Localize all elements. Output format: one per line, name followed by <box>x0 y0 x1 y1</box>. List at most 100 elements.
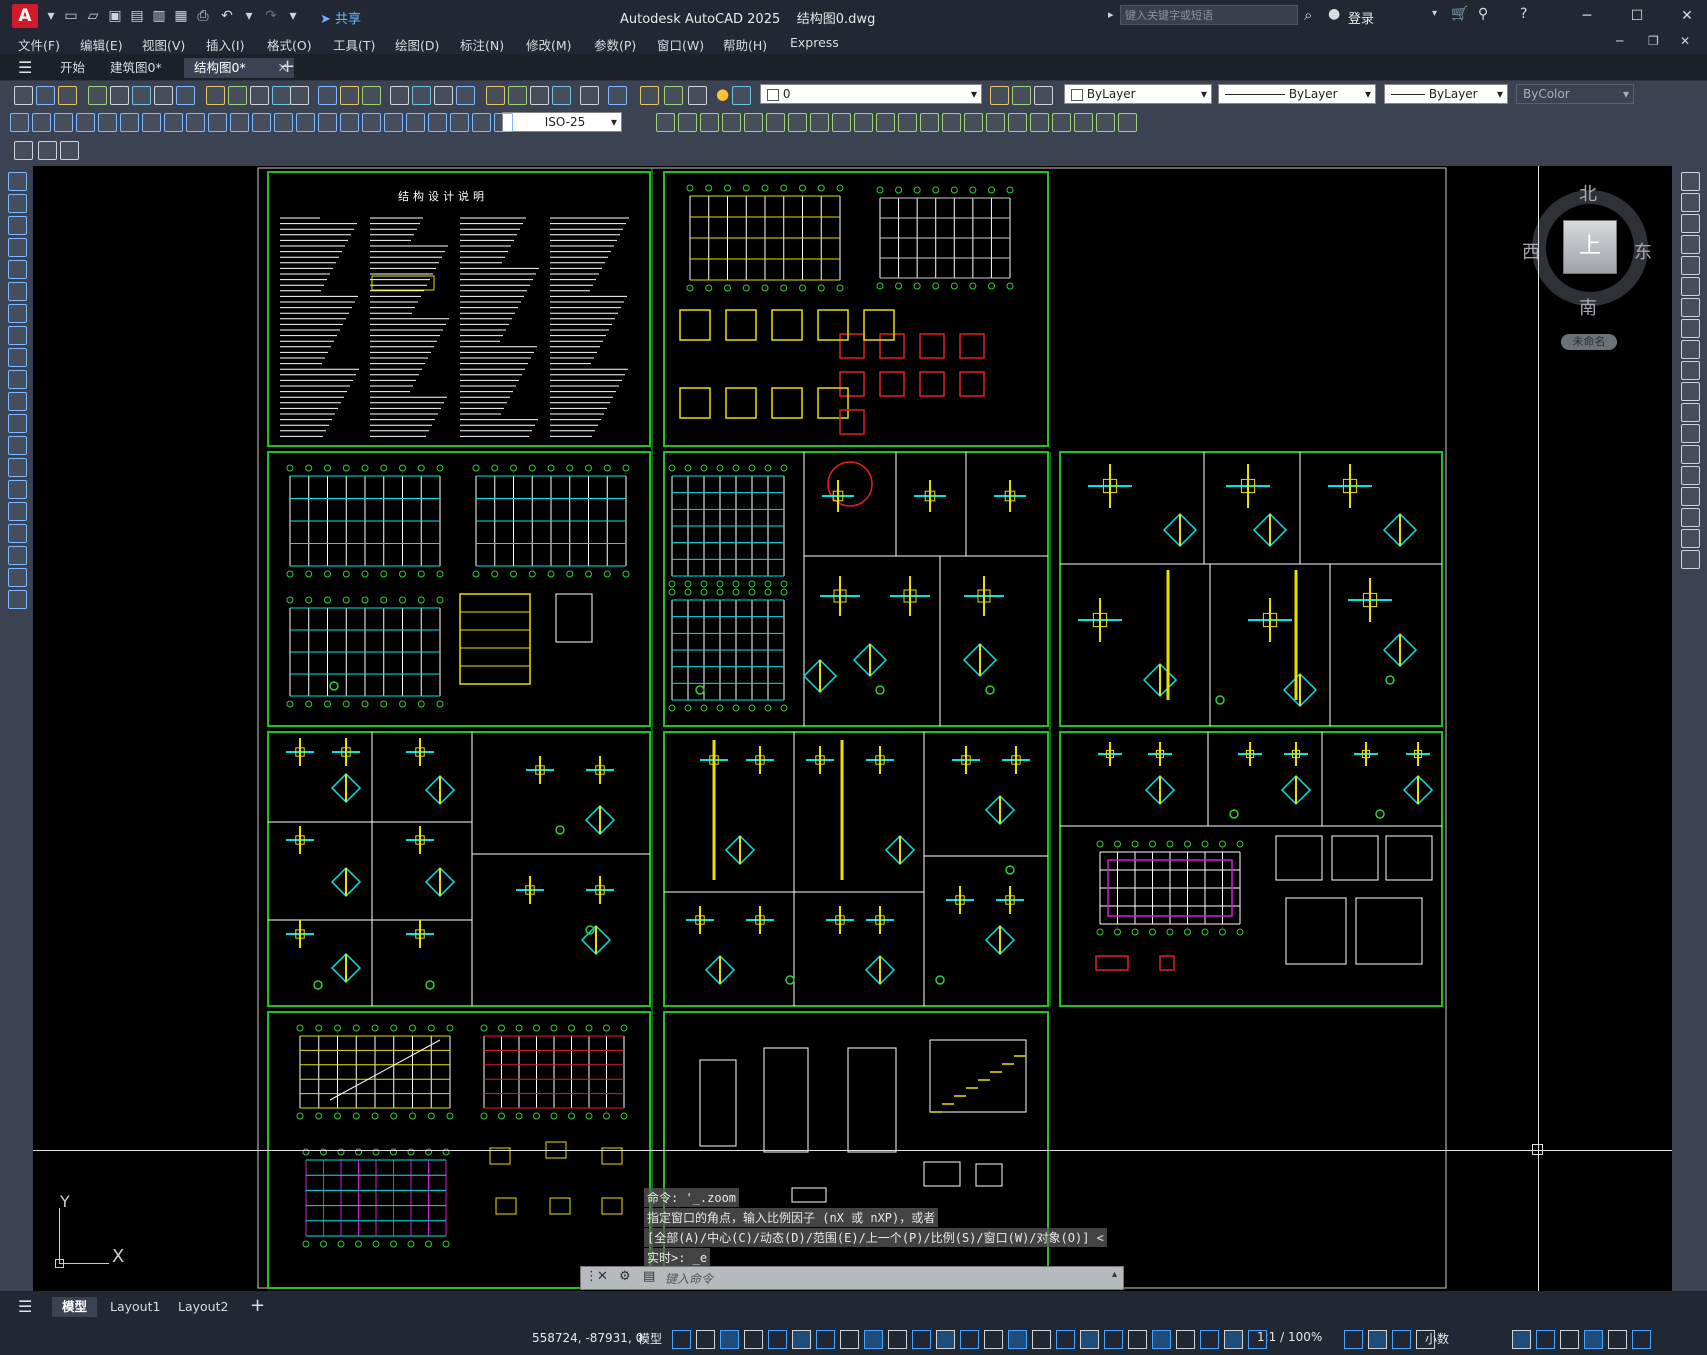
app-menu-chevron-icon[interactable]: ▾ <box>42 7 60 25</box>
dimension-tool-icon[interactable] <box>98 113 117 132</box>
toolbar-tool-icon[interactable] <box>290 86 309 105</box>
search-expand-icon[interactable]: ▸ <box>1108 8 1114 21</box>
status-toggle-icon[interactable] <box>1200 1330 1219 1349</box>
status-toggle-icon[interactable] <box>1608 1330 1627 1349</box>
draw-tool-icon[interactable] <box>8 216 27 235</box>
layer-tool-icon[interactable] <box>990 86 1009 105</box>
layer-tool-icon[interactable] <box>1034 86 1053 105</box>
menu-view[interactable]: 视图(V) <box>142 35 185 54</box>
viewcube-north[interactable]: 北 <box>1579 180 1597 206</box>
status-toggle-icon[interactable] <box>1032 1330 1051 1349</box>
share-button[interactable]: ➤ 共享 <box>320 8 361 27</box>
menu-dimension[interactable]: 标注(N) <box>460 35 504 54</box>
layout-menu-icon[interactable]: ☰ <box>18 1297 32 1316</box>
status-toggle-icon[interactable] <box>720 1330 739 1349</box>
command-input[interactable]: 键入命令 <box>665 1270 713 1287</box>
modify-tool-icon[interactable] <box>1681 235 1700 254</box>
modify-tool-icon[interactable] <box>1681 424 1700 443</box>
modify-tool-icon[interactable] <box>920 113 939 132</box>
toolbar-tool-icon[interactable] <box>58 86 77 105</box>
status-toggle-icon[interactable] <box>936 1330 955 1349</box>
toolbar-tool-icon[interactable] <box>456 86 475 105</box>
maximize-window-icon[interactable]: ☐ <box>1626 6 1648 26</box>
status-toggle-icon[interactable] <box>792 1330 811 1349</box>
command-expand-icon[interactable]: ▴ <box>1112 1269 1117 1280</box>
save-web-icon[interactable]: ▦ <box>172 7 190 25</box>
modify-tool-icon[interactable] <box>1008 113 1027 132</box>
draw-tool-icon[interactable] <box>8 326 27 345</box>
menu-format[interactable]: 格式(O) <box>267 35 312 54</box>
dimension-tool-icon[interactable] <box>340 113 359 132</box>
modify-tool-icon[interactable] <box>1074 113 1093 132</box>
toolbar-tool-icon[interactable] <box>434 86 453 105</box>
modify-tool-icon[interactable] <box>766 113 785 132</box>
toolbar-tool-icon[interactable] <box>154 86 173 105</box>
status-toggle-icon[interactable] <box>840 1330 859 1349</box>
status-toggle-icon[interactable] <box>1128 1330 1147 1349</box>
viewcube-top-face[interactable]: 上 <box>1563 220 1617 274</box>
modify-tool-icon[interactable] <box>1096 113 1115 132</box>
status-toggle-icon[interactable] <box>960 1330 979 1349</box>
modify-tool-icon[interactable] <box>656 113 675 132</box>
extra-tool-icon[interactable] <box>14 141 33 160</box>
draw-tool-icon[interactable] <box>8 282 27 301</box>
status-toggle-icon[interactable] <box>1344 1330 1363 1349</box>
dimension-tool-icon[interactable] <box>296 113 315 132</box>
status-toggle-icon[interactable] <box>1584 1330 1603 1349</box>
layer-dropdown[interactable]: 0 ▾ <box>760 84 982 104</box>
login-button[interactable]: 登录 <box>1348 8 1374 27</box>
status-toggle-icon[interactable] <box>1056 1330 1075 1349</box>
drawing-canvas[interactable] <box>33 166 1672 1291</box>
menu-tools[interactable]: 工具(T) <box>333 35 375 54</box>
modify-tool-icon[interactable] <box>964 113 983 132</box>
toolbar-tool-icon[interactable] <box>36 86 55 105</box>
modify-tool-icon[interactable] <box>1681 403 1700 422</box>
modify-tool-icon[interactable] <box>1681 172 1700 191</box>
modify-tool-icon[interactable] <box>1681 319 1700 338</box>
status-toggle-icon[interactable] <box>888 1330 907 1349</box>
draw-tool-icon[interactable] <box>8 568 27 587</box>
modify-tool-icon[interactable] <box>1681 382 1700 401</box>
draw-tool-icon[interactable] <box>8 524 27 543</box>
status-toggle-icon[interactable] <box>984 1330 1003 1349</box>
modify-tool-icon[interactable] <box>1681 298 1700 317</box>
dimension-tool-icon[interactable] <box>362 113 381 132</box>
toolbar-tool-icon[interactable] <box>318 86 337 105</box>
minimize-window-icon[interactable]: ─ <box>1576 6 1598 26</box>
dimension-tool-icon[interactable] <box>76 113 95 132</box>
new-file-icon[interactable]: ▭ <box>62 7 80 25</box>
menu-window[interactable]: 窗口(W) <box>657 35 704 54</box>
status-toggle-icon[interactable] <box>672 1330 691 1349</box>
login-dropdown-icon[interactable]: ▾ <box>1432 8 1437 19</box>
draw-tool-icon[interactable] <box>8 194 27 213</box>
modify-tool-icon[interactable] <box>744 113 763 132</box>
toolbar-tool-icon[interactable] <box>732 86 751 105</box>
linetype-dropdown[interactable]: ByLayer ▾ <box>1218 84 1376 104</box>
draw-tool-icon[interactable] <box>8 238 27 257</box>
status-toggle-icon[interactable] <box>744 1330 763 1349</box>
toolbar-tool-icon[interactable] <box>14 86 33 105</box>
modify-tool-icon[interactable] <box>1681 529 1700 548</box>
toolbar-tool-icon[interactable] <box>228 86 247 105</box>
command-close-icon[interactable]: ✕ <box>597 1269 608 1284</box>
save-as-icon[interactable]: ▤ <box>128 7 146 25</box>
search-icon[interactable]: ⌕ <box>1304 6 1312 24</box>
draw-tool-icon[interactable] <box>8 502 27 521</box>
modify-tool-icon[interactable] <box>1681 214 1700 233</box>
modify-tool-icon[interactable] <box>876 113 895 132</box>
modify-tool-icon[interactable] <box>1681 550 1700 569</box>
tab-layout1[interactable]: Layout1 <box>100 1297 170 1317</box>
status-toggle-icon[interactable] <box>1536 1330 1555 1349</box>
autodesk-account-icon[interactable]: ⚲ <box>1478 6 1488 22</box>
plotstyle-dropdown[interactable]: ByColor ▾ <box>1516 84 1634 104</box>
toolbar-tool-icon[interactable] <box>110 86 129 105</box>
tab-start[interactable]: 开始 <box>50 58 95 78</box>
draw-tool-icon[interactable] <box>8 436 27 455</box>
toolbar-tool-icon[interactable] <box>206 86 225 105</box>
customize-quick-access-icon[interactable]: ▾ <box>284 7 302 25</box>
toolbar-tool-icon[interactable] <box>340 86 359 105</box>
menu-insert[interactable]: 插入(I) <box>206 35 244 54</box>
add-layout-plus-icon[interactable]: + <box>250 1295 265 1316</box>
toolbar-tool-icon[interactable] <box>508 86 527 105</box>
draw-tool-icon[interactable] <box>8 348 27 367</box>
